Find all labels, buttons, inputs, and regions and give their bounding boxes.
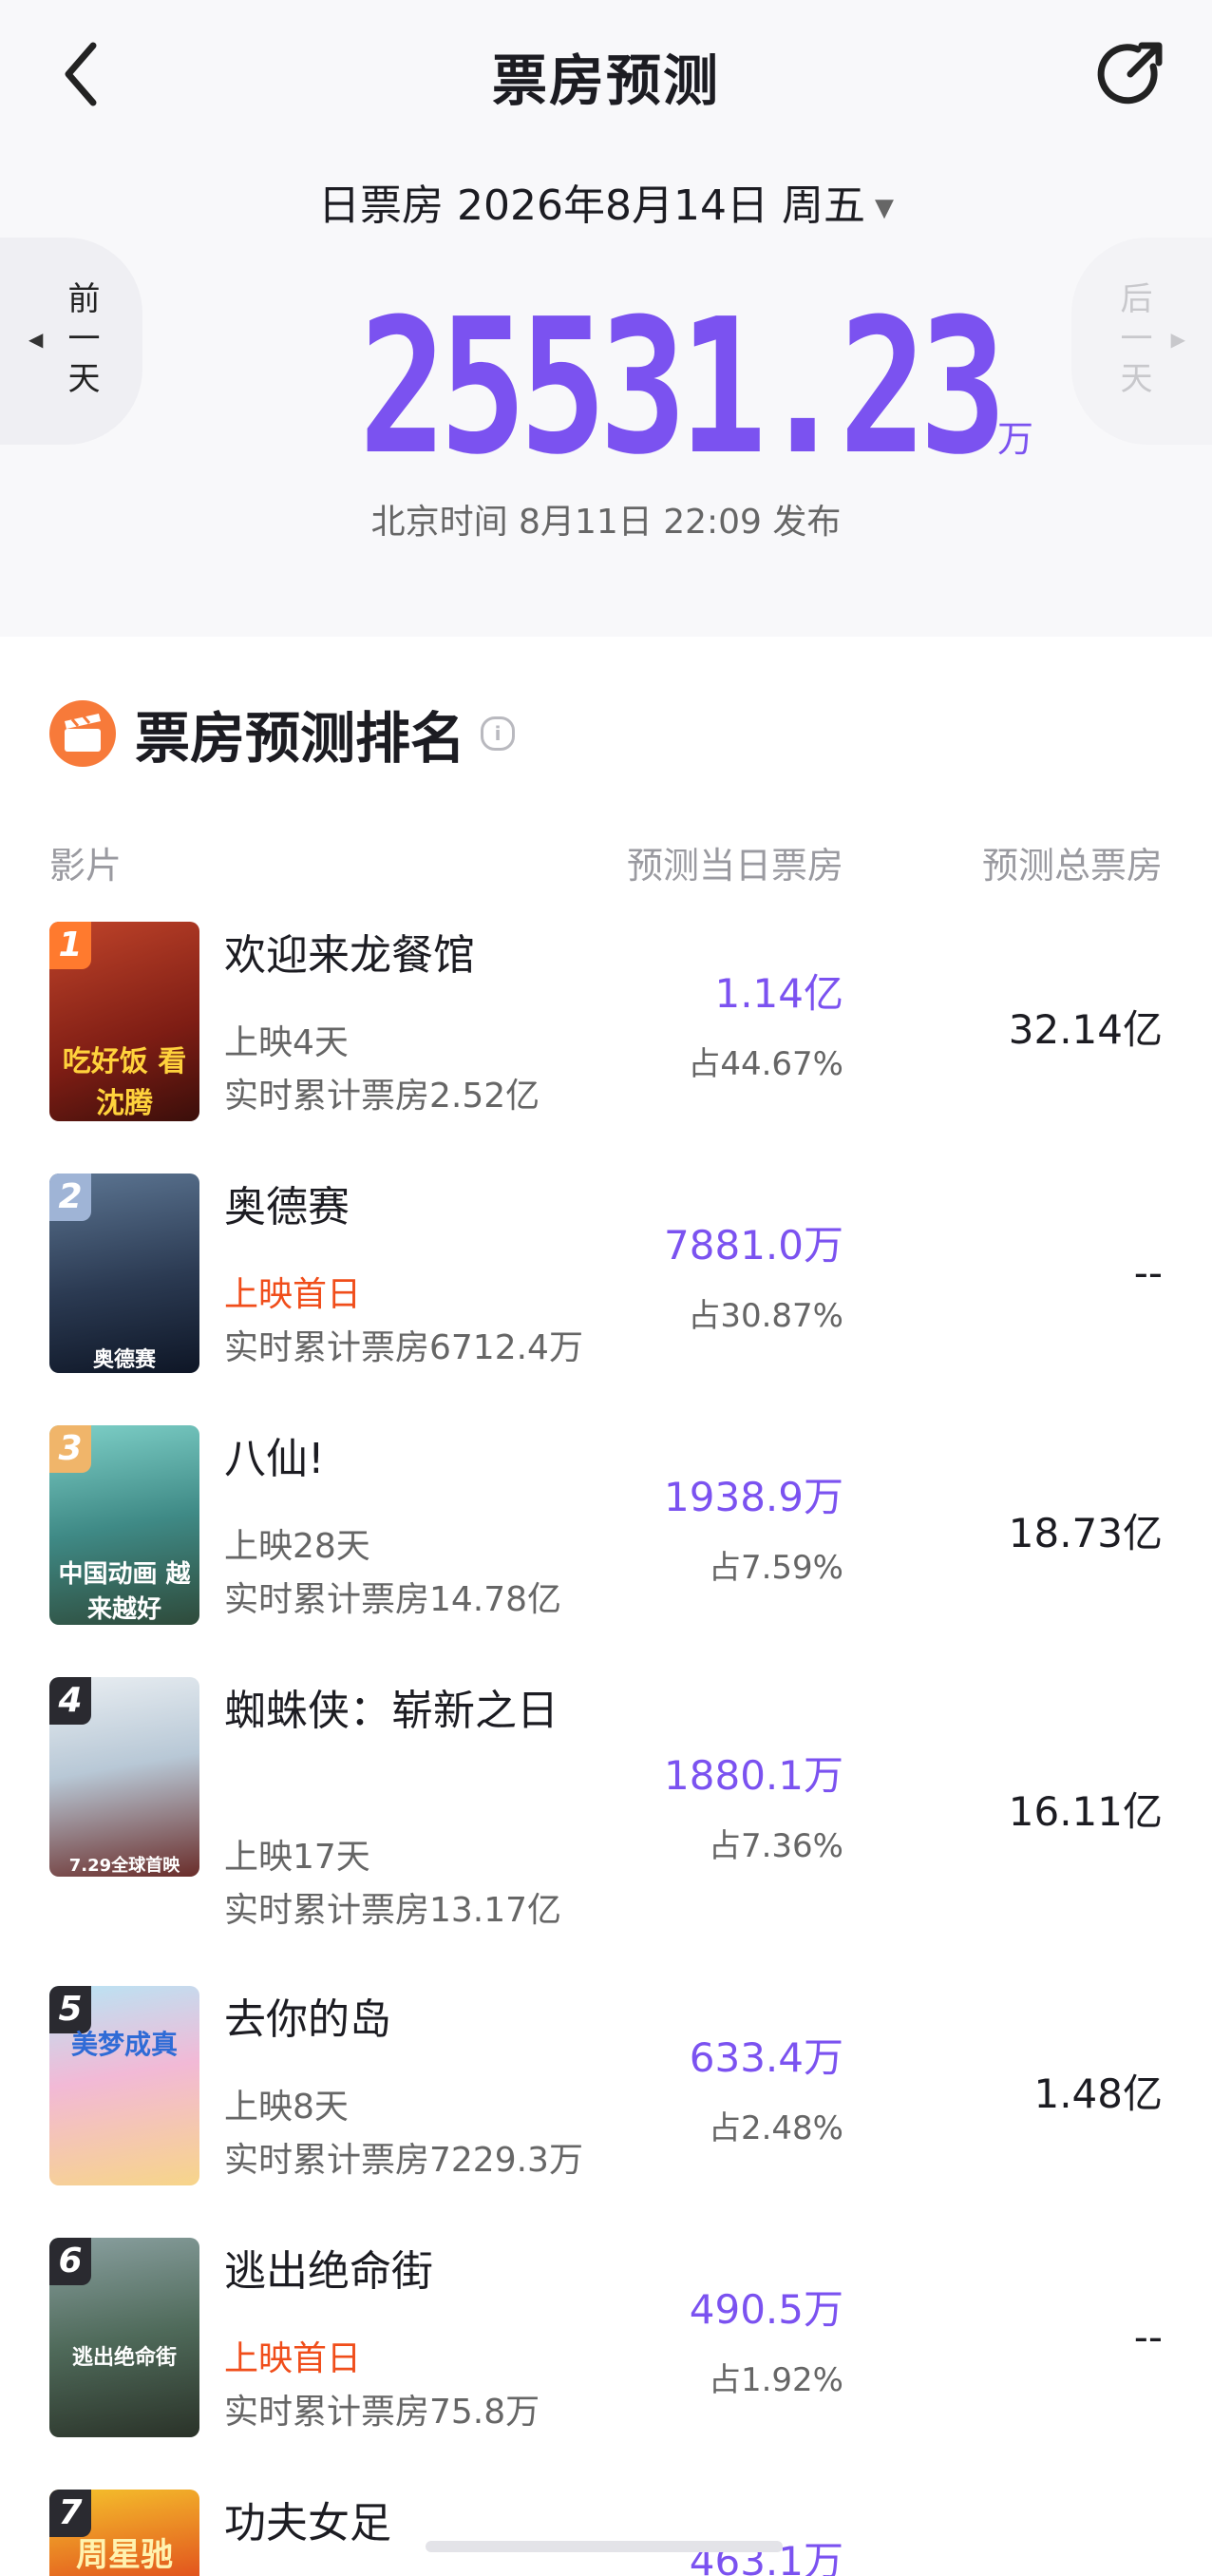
poster-caption: 中国动画 越来越好: [58, 1560, 191, 1624]
forecast-total: 25531.23万: [0, 295, 1212, 481]
movie-name: 欢迎来龙餐馆: [224, 931, 475, 980]
movie-name: 奥德赛: [224, 1183, 350, 1231]
movie-row[interactable]: 4 7.29全球首映 蜘蛛侠：崭新之日 上映17天 实时累计票房13.17亿 1…: [0, 1677, 1212, 1962]
movie-name: 蜘蛛侠：崭新之日: [224, 1687, 559, 1735]
column-film: 影片: [49, 845, 123, 887]
today-forecast: 1880.1万: [664, 1752, 843, 1799]
share-percent: 占2.48%: [708, 2109, 843, 2147]
movie-poster: 2 奥德赛: [49, 1174, 199, 1373]
rank-badge: 6: [49, 2238, 91, 2285]
poster-caption: 美梦成真: [70, 2029, 178, 2060]
ranking-title: 票房预测排名: [135, 706, 466, 771]
movie-name: 八仙!: [224, 1435, 325, 1483]
movie-row[interactable]: 7 周星驰 功夫女足 463.1万: [0, 2490, 1212, 2576]
today-forecast: 463.1万: [689, 2538, 843, 2576]
today-forecast: 7881.0万: [664, 1222, 843, 1269]
movie-poster: 1 吃好饭 看沈腾: [49, 922, 199, 1121]
movie-poster: 7 周星驰: [49, 2490, 199, 2576]
date-label: 日票房 2026年8月14日 周五: [318, 181, 865, 230]
share-percent: 占7.59%: [708, 1549, 843, 1587]
release-days: 上映首日: [224, 2339, 362, 2378]
cumulative-boxoffice: 实时累计票房13.17亿: [224, 1891, 562, 1930]
today-forecast: 633.4万: [689, 2034, 843, 2081]
rank-badge: 2: [49, 1174, 91, 1221]
rank-badge: 4: [49, 1677, 91, 1725]
poster-caption: 奥德赛: [92, 1348, 156, 1372]
forecast-header-area: 票房预测 日票房 2026年8月14日 周五 ▼ ◀ 前一天 后一天 ▶ 2553…: [0, 0, 1212, 637]
total-forecast: 32.14亿: [1008, 1006, 1163, 1053]
movie-poster: 6 逃出绝命街: [49, 2238, 199, 2437]
total-forecast: 16.11亿: [1008, 1788, 1163, 1835]
rank-badge: 1: [49, 922, 91, 969]
total-forecast: 1.48亿: [1033, 2070, 1163, 2117]
movie-row[interactable]: 6 逃出绝命街 逃出绝命街 上映首日 实时累计票房75.8万 490.5万 占1…: [0, 2238, 1212, 2485]
movie-poster: 5 美梦成真: [49, 1986, 199, 2185]
poster-caption: 周星驰: [76, 2536, 173, 2574]
share-percent: 占44.67%: [688, 1045, 843, 1083]
rank-badge: 3: [49, 1425, 91, 1473]
movie-name: 逃出绝命街: [224, 2247, 433, 2296]
movie-poster: 4 7.29全球首映: [49, 1677, 199, 1877]
forecast-value: 25531.23: [359, 279, 1007, 496]
today-forecast: 490.5万: [689, 2286, 843, 2333]
today-forecast: 1.14亿: [714, 970, 843, 1017]
movie-row[interactable]: 5 美梦成真 去你的岛 上映8天 实时累计票房7229.3万 633.4万 占2…: [0, 1986, 1212, 2233]
release-days: 上映4天: [224, 1023, 349, 1062]
cumulative-boxoffice: 实时累计票房2.52亿: [224, 1077, 540, 1116]
movie-poster: 3 中国动画 越来越好: [49, 1425, 199, 1625]
film-clapper-icon: [49, 700, 116, 767]
share-icon: [1097, 42, 1163, 105]
cumulative-boxoffice: 实时累计票房6712.4万: [224, 1328, 583, 1367]
cumulative-boxoffice: 实时累计票房75.8万: [224, 2393, 540, 2432]
poster-caption: 逃出绝命街: [71, 2346, 177, 2370]
total-forecast: --: [1133, 2314, 1163, 2360]
share-percent: 占7.36%: [708, 1827, 843, 1865]
share-percent: 占1.92%: [708, 2361, 843, 2399]
movie-row[interactable]: 1 吃好饭 看沈腾 欢迎来龙餐馆 上映4天 实时累计票房2.52亿 1.14亿 …: [0, 922, 1212, 1169]
publish-time: 北京时间 8月11日 22:09 发布: [370, 503, 842, 542]
movie-row[interactable]: 3 中国动画 越来越好 八仙! 上映28天 实时累计票房14.78亿 1938.…: [0, 1425, 1212, 1672]
date-selector[interactable]: 日票房 2026年8月14日 周五 ▼: [0, 171, 1212, 232]
column-total: 预测总票房: [981, 845, 1163, 887]
share-percent: 占30.87%: [688, 1297, 843, 1335]
movie-row[interactable]: 2 奥德赛 奥德赛 上映首日 实时累计票房6712.4万 7881.0万 占30…: [0, 1174, 1212, 1421]
release-days: 上映8天: [224, 2088, 349, 2127]
info-icon[interactable]: i: [481, 716, 516, 751]
total-forecast: --: [1133, 1250, 1163, 1296]
poster-caption: 吃好饭 看沈腾: [62, 1045, 187, 1120]
caret-down-icon: ▼: [874, 194, 894, 222]
release-days: 上映28天: [224, 1527, 370, 1566]
movie-name: 去你的岛: [224, 1995, 391, 2044]
release-days: 上映17天: [224, 1838, 370, 1877]
cumulative-boxoffice: 实时累计票房14.78亿: [224, 1580, 562, 1619]
release-days: 上映首日: [224, 1275, 362, 1314]
cumulative-boxoffice: 实时累计票房7229.3万: [224, 2141, 583, 2180]
forecast-unit: 万: [997, 418, 1034, 460]
scrollbar[interactable]: [426, 2541, 783, 2552]
poster-caption: 7.29全球首映: [68, 1856, 180, 1876]
page-title: 票房预测: [491, 48, 720, 113]
ranking-header: 票房预测排名 i: [49, 696, 516, 772]
today-forecast: 1938.9万: [664, 1474, 843, 1520]
movie-name: 功夫女足: [224, 2499, 391, 2547]
column-today: 预测当日票房: [626, 845, 843, 887]
total-forecast: 18.73亿: [1008, 1510, 1163, 1556]
share-button[interactable]: [1094, 38, 1166, 110]
